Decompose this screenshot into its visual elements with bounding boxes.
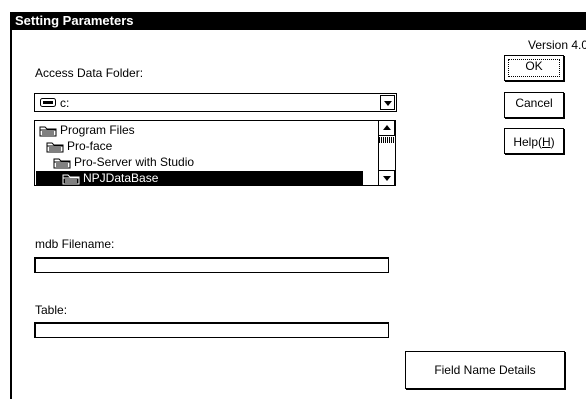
- ok-button[interactable]: OK: [504, 55, 564, 81]
- table-field[interactable]: [34, 322, 389, 338]
- focus-rectangle: [508, 59, 560, 77]
- help-button-label: Help(H): [513, 132, 554, 149]
- table-label: Table:: [35, 303, 68, 317]
- scroll-thumb[interactable]: [379, 137, 394, 143]
- folder-list-scrollbar[interactable]: [378, 121, 395, 185]
- setting-parameters-dialog: Setting Parameters Version 4.00 OK Cance…: [10, 12, 586, 399]
- help-prefix: Help(: [513, 135, 542, 149]
- cancel-button[interactable]: Cancel: [504, 92, 564, 118]
- version-label: Version 4.00: [528, 38, 586, 52]
- folder-item-npjdatabase[interactable]: NPJDataBase: [36, 171, 363, 185]
- drive-value: c:: [60, 96, 70, 110]
- folder-list[interactable]: Program Files Pro-face Pro-Server with S…: [34, 120, 396, 186]
- field-name-details-button[interactable]: Field Name Details: [405, 351, 565, 389]
- folder-item-program-files[interactable]: Program Files: [39, 123, 135, 138]
- folder-item-label: Pro-face: [67, 139, 113, 153]
- drive-dropdown-button[interactable]: [380, 95, 395, 110]
- chevron-up-icon: [383, 125, 391, 130]
- help-button[interactable]: Help(H): [504, 128, 564, 154]
- cancel-button-label: Cancel: [515, 96, 553, 110]
- chevron-down-icon: [384, 101, 392, 106]
- help-accelerator: H: [542, 135, 551, 149]
- mdb-filename-field[interactable]: [34, 257, 389, 273]
- folder-open-icon: [53, 158, 71, 169]
- folder-item-pro-face[interactable]: Pro-face: [46, 139, 112, 154]
- scroll-down-button[interactable]: [378, 170, 395, 185]
- drive-icon: [40, 98, 56, 107]
- dialog-title: Setting Parameters: [15, 13, 134, 28]
- chevron-down-icon: [383, 176, 391, 181]
- folder-open-icon: [46, 142, 64, 153]
- folder-item-label: NPJDataBase: [83, 171, 159, 185]
- drive-dropdown[interactable]: c:: [34, 93, 397, 112]
- access-data-folder-label: Access Data Folder:: [35, 66, 144, 80]
- folder-item-label: Pro-Server with Studio: [74, 155, 195, 169]
- help-suffix: ): [550, 135, 555, 149]
- folder-open-icon: [39, 126, 57, 137]
- scroll-up-button[interactable]: [378, 121, 395, 136]
- folder-open-icon: [62, 174, 80, 185]
- field-name-details-label: Field Name Details: [434, 363, 536, 377]
- folder-item-pro-server[interactable]: Pro-Server with Studio: [53, 155, 194, 170]
- folder-item-label: Program Files: [60, 123, 135, 137]
- title-bar[interactable]: Setting Parameters: [12, 12, 586, 30]
- mdb-filename-label: mdb Filename:: [35, 237, 115, 251]
